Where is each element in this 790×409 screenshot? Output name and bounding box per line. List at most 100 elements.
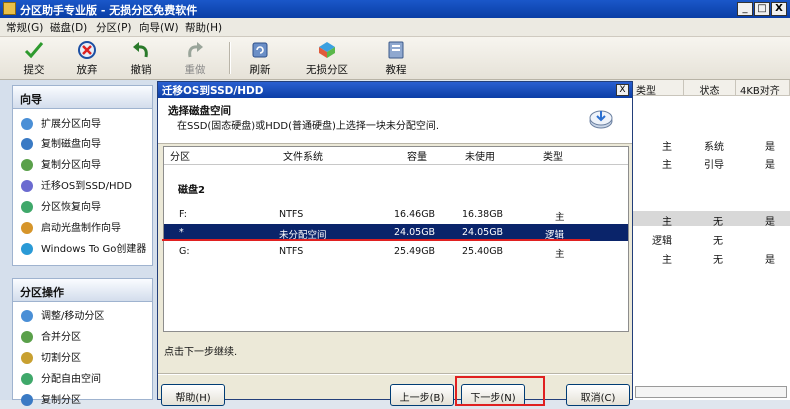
- dialog-close-button[interactable]: X: [616, 84, 629, 96]
- grid-cell-status: 无: [713, 255, 723, 266]
- sidebar-item-resize-move-partition[interactable]: 调整/移动分区: [21, 307, 104, 325]
- window-title: 分区助手专业版 - 无损分区免费软件: [20, 4, 198, 17]
- extend-partition-icon: [21, 118, 33, 130]
- dialog-heading: 选择磁盘空间: [168, 105, 231, 117]
- sidebar-item-split-partition[interactable]: 切割分区: [21, 349, 81, 367]
- partition-cell: G:: [179, 246, 190, 257]
- close-button[interactable]: X: [771, 2, 787, 16]
- menu-disk[interactable]: 磁盘(D): [50, 20, 87, 35]
- cancel-button[interactable]: 取消(C): [566, 384, 630, 406]
- partition-ops-group-header[interactable]: 分区操作: [12, 278, 153, 302]
- column-header-status[interactable]: 状态: [684, 80, 736, 97]
- lossless-partition-button[interactable]: 无损分区: [297, 39, 357, 77]
- disk-label: 磁盘2: [178, 185, 205, 196]
- allocate-free-space-icon: [21, 373, 33, 385]
- file-system-cell: NTFS: [279, 246, 304, 257]
- copy-partition-op-icon: [21, 394, 33, 406]
- grid-cell-align: 是: [765, 160, 775, 171]
- partition-cell: F:: [179, 209, 187, 220]
- menu-general[interactable]: 常规(G): [6, 20, 43, 35]
- back-button[interactable]: 上一步(B): [390, 384, 454, 406]
- copy-disk-icon: [21, 138, 33, 150]
- dialog-hint: 点击下一步继续.: [164, 347, 238, 358]
- redo-button[interactable]: 重做: [175, 39, 215, 77]
- bootable-disc-icon: [21, 222, 33, 234]
- sidebar-item-migrate-os[interactable]: 迁移OS到SSD/HDD: [21, 177, 132, 195]
- discard-icon: [78, 41, 96, 59]
- grid-cell-align: 是: [765, 217, 775, 228]
- column-type[interactable]: 类型: [543, 148, 563, 164]
- grid-cell-type: 主: [662, 255, 672, 266]
- sidebar-item-allocate-free-space[interactable]: 分配自由空间: [21, 370, 101, 388]
- partition-ops-group: 调整/移动分区 合并分区 切割分区 分配自由空间 复制分区: [12, 302, 153, 406]
- menu-wizard[interactable]: 向导(W): [139, 20, 179, 35]
- list-header-divider: [164, 164, 628, 165]
- column-header-4k-align[interactable]: 4KB对齐: [736, 80, 790, 97]
- grid-cell-status: 无: [713, 217, 723, 228]
- unused-cell: 16.38GB: [462, 209, 504, 220]
- menu-help[interactable]: 帮助(H): [185, 20, 222, 35]
- red-annotation-box: [455, 376, 545, 406]
- grid-cell-status: 无: [713, 236, 723, 247]
- menu-partition[interactable]: 分区(P): [96, 20, 132, 35]
- sidebar-item-copy-partition[interactable]: 复制分区: [21, 391, 81, 409]
- grid-cell-status: 引导: [704, 160, 724, 171]
- app-icon: [3, 2, 16, 15]
- split-partition-icon: [21, 352, 33, 364]
- grid-cell-align: 是: [765, 142, 775, 153]
- discard-button[interactable]: 放弃: [67, 39, 107, 77]
- grid-cell-status: 系统: [704, 142, 724, 153]
- partition-row[interactable]: F: NTFS 16.46GB 16.38GB 主: [164, 206, 628, 223]
- type-cell: 主: [555, 249, 565, 260]
- red-annotation-underline: [162, 239, 590, 241]
- horizontal-scrollbar[interactable]: [635, 386, 787, 398]
- column-capacity[interactable]: 容量: [407, 148, 427, 164]
- unused-cell: 25.40GB: [462, 246, 504, 257]
- sidebar-item-bootable-disc-wizard[interactable]: 启动光盘制作向导: [21, 219, 121, 237]
- commit-icon: [24, 42, 44, 59]
- column-file-system[interactable]: 文件系统: [283, 148, 323, 164]
- restore-button[interactable]: □: [754, 2, 770, 16]
- column-header-type[interactable]: 类型: [632, 80, 684, 97]
- commit-button[interactable]: 提交: [14, 39, 54, 77]
- grid-cell-type: 逻辑: [652, 236, 672, 247]
- type-cell: 主: [555, 212, 565, 223]
- redo-icon: [188, 42, 203, 58]
- file-system-cell: NTFS: [279, 209, 304, 220]
- sidebar-item-windows-to-go[interactable]: Windows To Go创建器: [21, 240, 146, 258]
- partition-grid: 类型 状态 4KB对齐 主 系统 是 主 引导 是 主 无 是 逻辑 无 主 无…: [632, 80, 790, 400]
- grid-cell-align: 是: [765, 255, 775, 266]
- dialog-separator: [158, 373, 632, 375]
- grid-cell-type: 主: [662, 142, 672, 153]
- lossless-partition-icon: [319, 42, 335, 58]
- dialog-header: 选择磁盘空间 在SSD(固态硬盘)或HDD(普通硬盘)上选择一块未分配空间.: [158, 98, 632, 144]
- sidebar-item-extend-partition-wizard[interactable]: 扩展分区向导: [21, 115, 101, 133]
- wizard-group-header[interactable]: 向导: [12, 85, 153, 109]
- minimize-button[interactable]: _: [737, 2, 753, 16]
- sidebar-item-copy-disk-wizard[interactable]: 复制磁盘向导: [21, 135, 101, 153]
- sidebar-item-copy-partition-wizard[interactable]: 复制分区向导: [21, 156, 101, 174]
- sidebar-item-partition-recovery-wizard[interactable]: 分区恢复向导: [21, 198, 101, 216]
- toolbar: 提交 放弃 撤销 重做 刷新 无损分区 教程: [0, 37, 790, 80]
- refresh-button[interactable]: 刷新: [240, 39, 280, 77]
- refresh-icon: [252, 42, 268, 58]
- windows-to-go-icon: [21, 243, 33, 255]
- undo-icon: [133, 42, 148, 58]
- window-titlebar: 分区助手专业版 - 无损分区免费软件 _ □ X: [0, 0, 790, 18]
- migrate-os-icon: [21, 180, 33, 192]
- partition-recovery-icon: [21, 201, 33, 213]
- copy-partition-icon: [21, 159, 33, 171]
- wizard-group: 扩展分区向导 复制磁盘向导 复制分区向导 迁移OS到SSD/HDD 分区恢复向导…: [12, 109, 153, 266]
- toolbar-separator: [229, 42, 231, 74]
- partition-cell: *: [179, 227, 184, 238]
- capacity-cell: 25.49GB: [394, 246, 436, 257]
- partition-row[interactable]: G: NTFS 25.49GB 25.40GB 主: [164, 243, 628, 260]
- tutorial-button[interactable]: 教程: [374, 39, 418, 77]
- undo-button[interactable]: 撤销: [121, 39, 161, 77]
- help-button[interactable]: 帮助(H): [161, 384, 225, 406]
- sidebar-item-merge-partitions[interactable]: 合并分区: [21, 328, 81, 346]
- migrate-os-dialog: 迁移OS到SSD/HDD X 选择磁盘空间 在SSD(固态硬盘)或HDD(普通硬…: [157, 81, 633, 406]
- unused-cell: 24.05GB: [462, 227, 504, 238]
- column-unused[interactable]: 未使用: [465, 148, 495, 164]
- column-partition[interactable]: 分区: [170, 148, 190, 164]
